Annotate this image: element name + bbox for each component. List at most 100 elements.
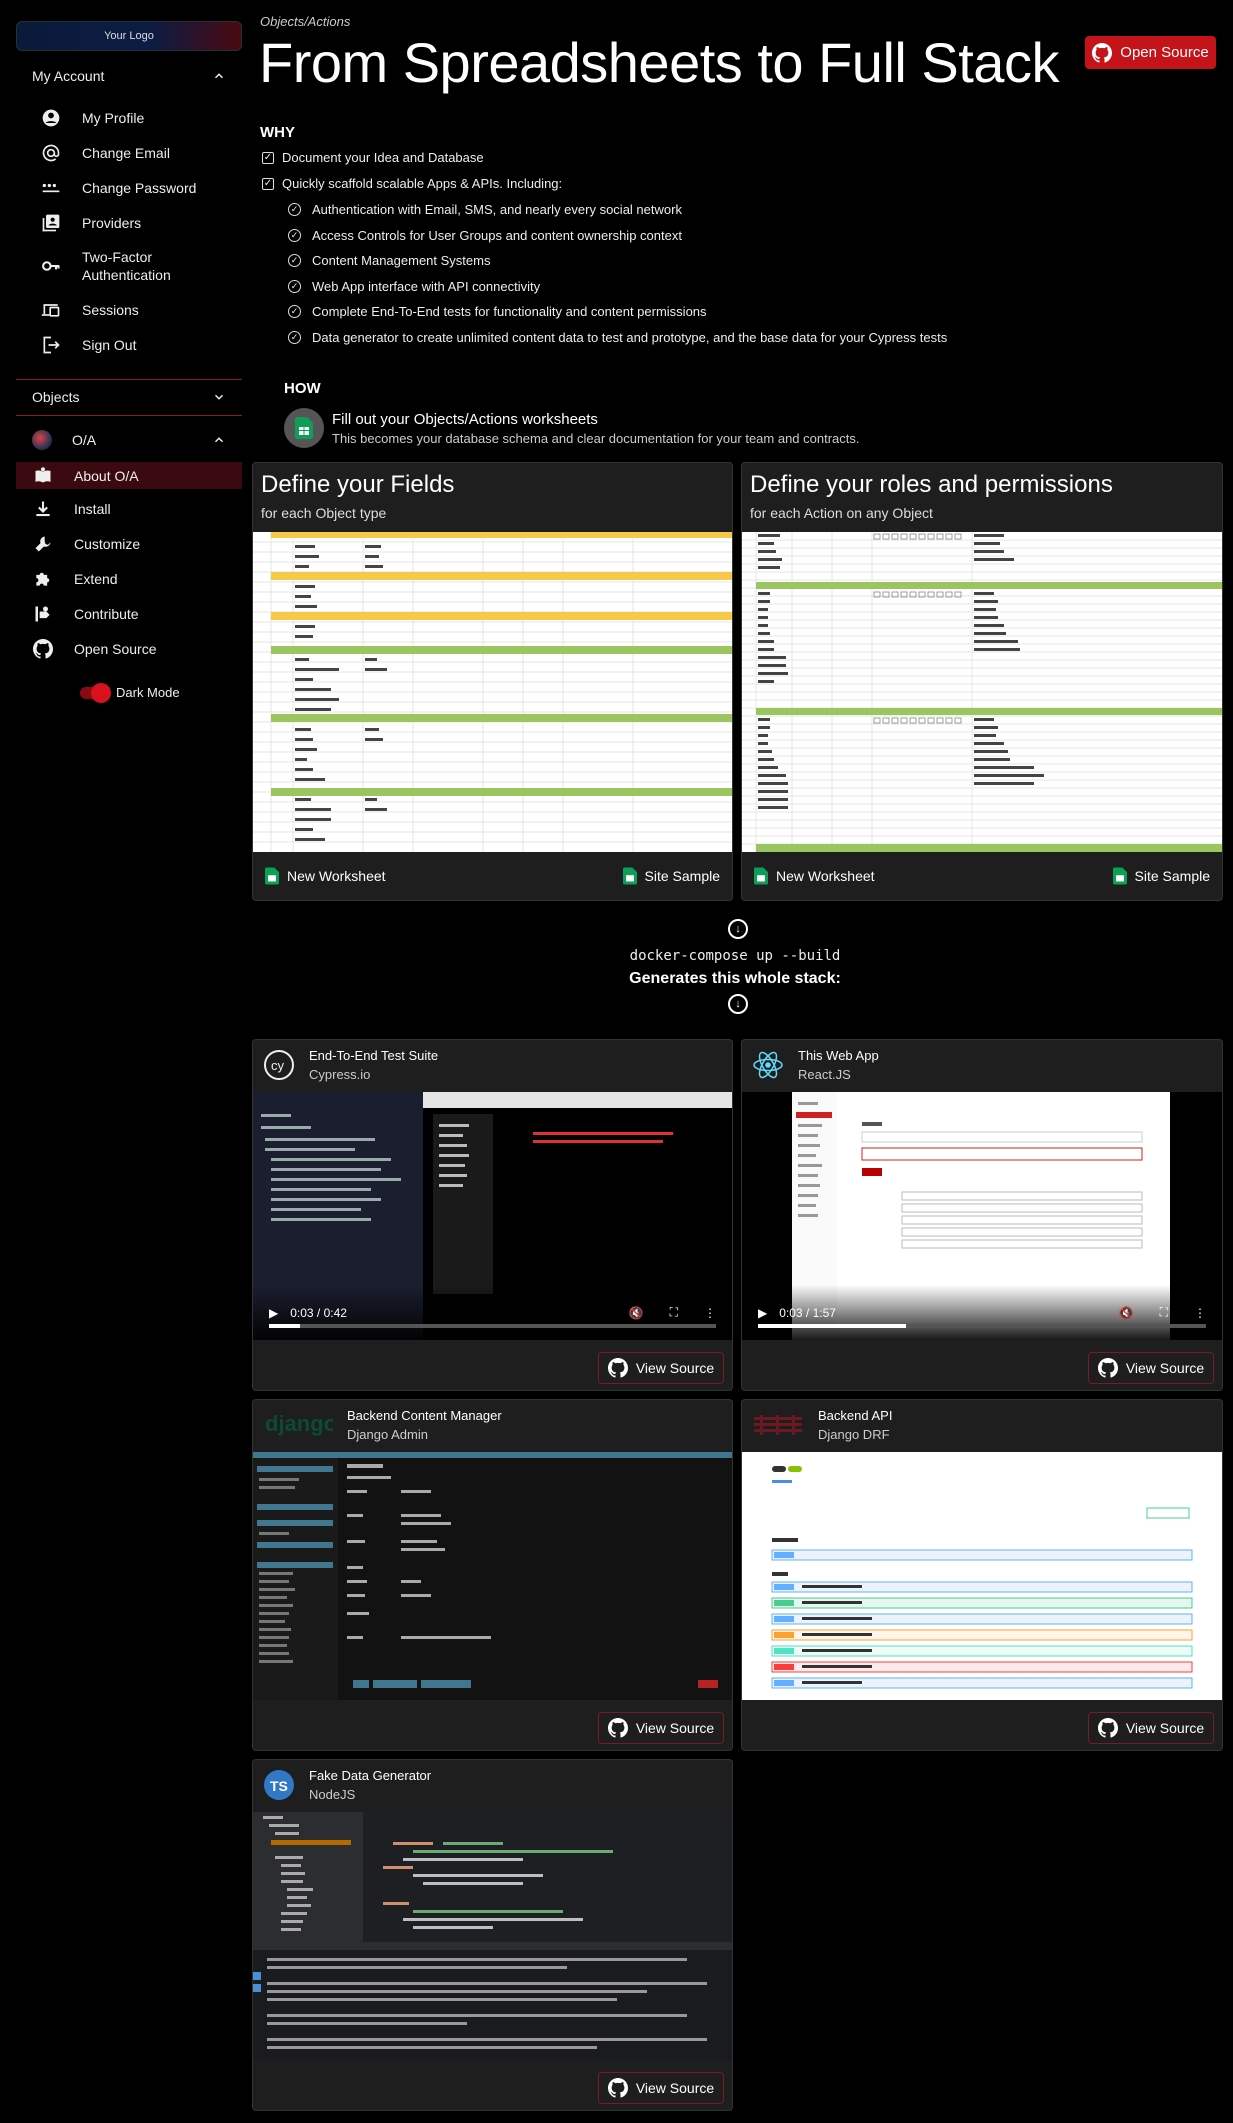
sidebar-item-label: My Profile: [82, 110, 145, 126]
sidebar-item-change-password[interactable]: Change Password: [16, 176, 242, 200]
view-source-button[interactable]: View Source: [598, 1712, 724, 1744]
django-logo-icon: django: [263, 1409, 333, 1441]
github-icon: [1097, 1358, 1118, 1378]
project-name: Fake Data Generator: [309, 1768, 432, 1783]
sidebar-item-label: Change Password: [82, 180, 197, 196]
check-circle-icon: ✓: [288, 305, 301, 318]
spreadsheet-screenshot[interactable]: [253, 532, 732, 852]
project-name: This Web App: [798, 1048, 879, 1063]
sidebar-item-change-email[interactable]: Change Email: [16, 141, 242, 165]
fullscreen-icon[interactable]: ⛶: [1160, 1305, 1168, 1320]
how-subtitle: This becomes your database schema and cl…: [332, 430, 860, 446]
view-source-button[interactable]: View Source: [598, 1352, 724, 1384]
view-source-button[interactable]: View Source: [1088, 1712, 1214, 1744]
view-source-button[interactable]: View Source: [1088, 1352, 1214, 1384]
project-card-django-drf: Backend API Django DRF View Source: [741, 1399, 1223, 1751]
how-title: Fill out your Objects/Actions worksheets: [332, 410, 598, 428]
account-circle-icon: [40, 107, 62, 129]
how-heading: HOW: [284, 380, 321, 397]
providers-icon: [40, 212, 62, 234]
devices-icon: [40, 299, 62, 321]
button-label: Site Sample: [1134, 868, 1210, 884]
toggle-track[interactable]: [80, 682, 111, 703]
project-tech: React.JS: [798, 1067, 851, 1082]
button-label: View Source: [635, 1360, 715, 1376]
video-player[interactable]: ▶ 0:03 / 0:42 🔇 ⛶ ⋮: [253, 1092, 732, 1340]
new-worksheet-button[interactable]: New Worksheet: [265, 867, 386, 885]
button-label: View Source: [1125, 1720, 1205, 1736]
why-item: ✓ Quickly scaffold scalable Apps & APIs. …: [262, 176, 562, 191]
why-item-text: Quickly scaffold scalable Apps & APIs. I…: [282, 176, 563, 191]
arrow-down-circle-icon: ↓: [728, 994, 748, 1014]
video-player[interactable]: ▶ 0:03 / 1:57 🔇 ⛶ ⋮: [742, 1092, 1222, 1340]
logo[interactable]: Your Logo: [16, 21, 242, 51]
build-command: docker-compose up --build: [629, 948, 841, 964]
dark-mode-toggle[interactable]: Dark Mode: [80, 682, 180, 703]
sidebar-item-about-oa[interactable]: About O/A: [16, 462, 242, 489]
screenshot-image[interactable]: [253, 1452, 732, 1700]
project-card-nodejs: TS Fake Data Generator NodeJS View Sourc…: [252, 1759, 733, 2111]
project-card-react: This Web App React.JS ▶ 0:03 / 1:57 🔇 ⛶ …: [741, 1039, 1223, 1391]
screenshot-image[interactable]: [253, 1812, 732, 2060]
sidebar-item-two-factor[interactable]: Two-Factor Authentication: [16, 246, 242, 286]
project-card-cypress: cy End-To-End Test Suite Cypress.io ▶ 0:…: [252, 1039, 733, 1391]
sidebar-item-label: Change Email: [82, 145, 170, 161]
button-label: Site Sample: [644, 868, 720, 884]
check-circle-icon: ✓: [288, 280, 301, 293]
button-label: New Worksheet: [776, 868, 875, 884]
play-icon[interactable]: ▶: [269, 1306, 278, 1320]
video-progress-fill: [758, 1324, 906, 1328]
video-time: 0:03 / 0:42: [290, 1305, 347, 1320]
google-sheets-icon: [622, 867, 637, 885]
sidebar-item-sign-out[interactable]: Sign Out: [16, 333, 242, 357]
mute-icon[interactable]: 🔇: [1119, 1306, 1134, 1320]
sidebar-item-sessions[interactable]: Sessions: [16, 298, 242, 322]
play-icon[interactable]: ▶: [758, 1306, 767, 1320]
sidebar-item-extend[interactable]: Extend: [16, 567, 242, 591]
objects-header[interactable]: Objects: [16, 380, 242, 414]
sidebar-item-open-source[interactable]: Open Source: [16, 637, 242, 661]
sidebar-item-label: Customize: [74, 536, 141, 552]
sidebar-item-contribute[interactable]: Contribute: [16, 602, 242, 626]
check-circle-icon: ✓: [288, 331, 301, 344]
my-account-header[interactable]: My Account: [16, 59, 242, 93]
video-progress[interactable]: [758, 1324, 1206, 1328]
view-source-button[interactable]: View Source: [598, 2072, 724, 2104]
site-sample-button[interactable]: Site Sample: [622, 867, 720, 885]
open-source-button[interactable]: Open Source: [1085, 36, 1216, 69]
site-sample-button[interactable]: Site Sample: [1112, 867, 1210, 885]
sidebar-item-label: Sessions: [82, 302, 139, 318]
why-sub-item: ✓ Complete End-To-End tests for functiona…: [288, 304, 707, 319]
mute-icon[interactable]: 🔇: [629, 1306, 644, 1320]
svg-text:TS: TS: [270, 1778, 288, 1794]
card-title: Define your Fields: [261, 471, 455, 498]
new-worksheet-button[interactable]: New Worksheet: [754, 867, 875, 885]
logout-icon: [40, 334, 62, 356]
screenshot-image[interactable]: [742, 1452, 1222, 1700]
video-progress[interactable]: [269, 1324, 716, 1328]
google-sheets-icon: [1112, 867, 1127, 885]
sidebar-item-install[interactable]: Install: [16, 497, 242, 521]
sidebar-item-providers[interactable]: Providers: [16, 211, 242, 235]
breadcrumb: Objects/Actions: [260, 14, 351, 29]
project-name: Backend API: [818, 1408, 893, 1423]
sidebar-item-my-profile[interactable]: My Profile: [16, 106, 242, 130]
toggle-thumb[interactable]: [91, 682, 111, 703]
github-icon: [607, 1358, 628, 1378]
card-subtitle: for each Object type: [261, 505, 387, 521]
more-icon[interactable]: ⋮: [704, 1306, 716, 1320]
more-icon[interactable]: ⋮: [1194, 1306, 1206, 1320]
button-label: View Source: [635, 2080, 715, 2096]
worksheet-card-permissions: Define your roles and permissions for ea…: [741, 462, 1223, 901]
why-sub-item: ✓ Access Controls for User Groups and con…: [288, 228, 682, 243]
svg-text:django: django: [265, 1411, 333, 1436]
oa-header[interactable]: O/A: [16, 423, 242, 457]
why-sub-item: ✓ Content Management Systems: [288, 253, 490, 268]
sidebar: Your Logo My Account My Profile Change E…: [0, 0, 250, 2123]
sidebar-item-customize[interactable]: Customize: [16, 532, 242, 556]
fullscreen-icon[interactable]: ⛶: [670, 1305, 678, 1320]
objects-label: Objects: [32, 389, 80, 405]
contribute-icon: [32, 603, 54, 625]
spreadsheet-screenshot[interactable]: [742, 532, 1222, 852]
typescript-logo-icon: TS: [263, 1769, 295, 1801]
